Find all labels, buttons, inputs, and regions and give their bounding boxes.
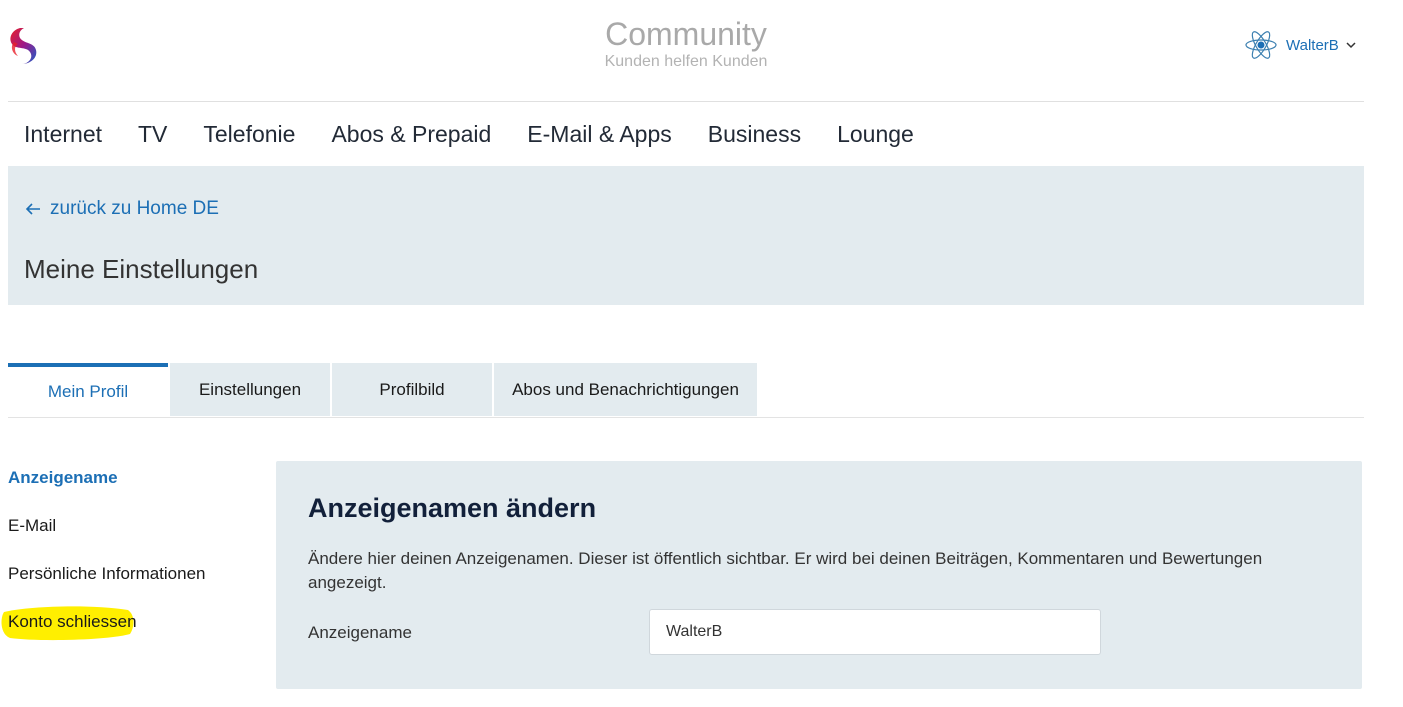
nav-item-email-apps[interactable]: E-Mail & Apps — [527, 121, 671, 148]
sidebar-item-anzeigename[interactable]: Anzeigename — [8, 468, 118, 488]
display-name-label: Anzeigename — [308, 623, 412, 642]
tab-abos-benachrichtigungen[interactable]: Abos und Benachrichtigungen — [494, 363, 757, 416]
panel-description: Ändere hier deinen Anzeigenamen. Dieser … — [308, 549, 1263, 592]
site-subtitle: Kunden helfen Kunden — [604, 53, 768, 70]
site-header: Community Kunden helfen Kunden WalterB — [0, 0, 1403, 101]
user-menu[interactable]: WalterB — [1244, 28, 1357, 62]
display-name-input[interactable] — [649, 609, 1101, 655]
tab-mein-profil[interactable]: Mein Profil — [8, 363, 168, 416]
settings-tabs: Mein Profil Einstellungen Profilbild Abo… — [8, 363, 1364, 418]
sidebar-item-email[interactable]: E-Mail — [8, 516, 56, 536]
username: WalterB — [1286, 36, 1339, 54]
main-nav: Internet TV Telefonie Abos & Prepaid E-M… — [24, 102, 950, 166]
nav-item-tv[interactable]: TV — [138, 121, 167, 148]
site-title[interactable]: Community — [536, 14, 836, 54]
page-banner: zurück zu Home DE Meine Einstellungen — [8, 166, 1364, 305]
chevron-down-icon — [1346, 42, 1356, 49]
tab-einstellungen[interactable]: Einstellungen — [170, 363, 330, 416]
sidebar-item-persoenliche-informationen[interactable]: Persönliche Informationen — [8, 564, 206, 584]
arrow-left-icon — [25, 203, 40, 215]
nav-item-business[interactable]: Business — [708, 121, 801, 148]
nav-item-abos-prepaid[interactable]: Abos & Prepaid — [331, 121, 491, 148]
back-link-label: zurück zu Home DE — [50, 198, 219, 219]
nav-item-telefonie[interactable]: Telefonie — [203, 121, 295, 148]
nav-item-lounge[interactable]: Lounge — [837, 121, 914, 148]
brand: Community Kunden helfen Kunden — [536, 14, 836, 72]
swisscom-logo-icon[interactable] — [6, 26, 40, 66]
panel-title: Anzeigenamen ändern — [308, 493, 597, 523]
sidebar-item-konto-schliessen[interactable]: Konto schliessen — [8, 612, 137, 632]
tab-profilbild[interactable]: Profilbild — [332, 363, 492, 416]
page-title: Meine Einstellungen — [24, 254, 259, 284]
back-link[interactable]: zurück zu Home DE — [24, 198, 219, 220]
atom-avatar-icon — [1245, 31, 1277, 59]
nav-item-internet[interactable]: Internet — [24, 121, 102, 148]
display-name-panel: Anzeigenamen ändern Ändere hier deinen A… — [276, 461, 1362, 689]
